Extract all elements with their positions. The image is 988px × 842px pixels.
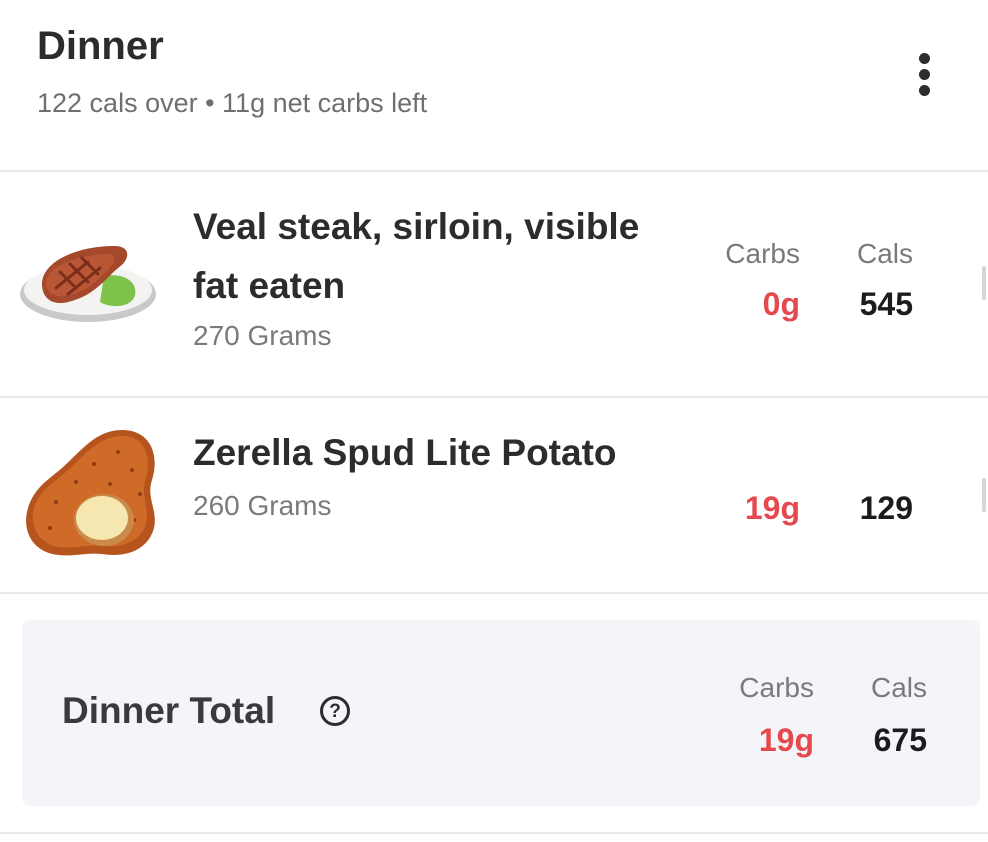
total-label: Dinner Total	[62, 690, 276, 731]
cals-value: 129	[859, 490, 913, 526]
meal-summary: 122 cals over • 11g net carbs left	[37, 88, 428, 118]
row-handle	[982, 266, 986, 300]
food-item-veal-steak[interactable]: Veal steak, sirloin, visible fat eaten 2…	[0, 172, 988, 398]
help-circle-icon[interactable]: ?	[320, 696, 350, 726]
cals-column-label: Cals	[870, 672, 927, 703]
food-portion: 270 Grams	[193, 320, 332, 351]
carbs-column-label: Carbs	[725, 238, 800, 269]
meal-header: Dinner 122 cals over • 11g net carbs lef…	[0, 0, 988, 172]
meal-title: Dinner	[37, 24, 164, 68]
food-name-line-1: Veal steak, sirloin, visible	[193, 206, 640, 247]
carbs-value: 0g	[762, 286, 800, 322]
cals-column-label: Cals	[856, 238, 913, 269]
food-portion: 260 Grams	[193, 490, 332, 521]
food-name-line-1: Zerella Spud Lite Potato	[193, 432, 617, 473]
carbs-value: 19g	[744, 490, 800, 526]
food-item-potato[interactable]: Zerella Spud Lite Potato 260 Grams 19g 1…	[0, 398, 988, 594]
more-vertical-icon[interactable]	[905, 50, 945, 100]
total-carbs-value: 19g	[758, 722, 814, 758]
food-name: Veal steak, sirloin, visible fat eaten	[193, 197, 639, 315]
carbs-column-label: Carbs	[739, 672, 814, 703]
steak-icon	[20, 246, 156, 322]
potato-icon	[26, 430, 155, 556]
meal-total-card: Dinner Total ? Carbs Cals 19g 675	[22, 620, 980, 806]
row-handle	[982, 478, 986, 512]
cals-value: 545	[859, 286, 913, 322]
total-cals-value: 675	[873, 722, 927, 758]
food-name: Zerella Spud Lite Potato	[193, 423, 617, 482]
divider	[0, 832, 988, 834]
food-name-line-2: fat eaten	[193, 265, 346, 306]
